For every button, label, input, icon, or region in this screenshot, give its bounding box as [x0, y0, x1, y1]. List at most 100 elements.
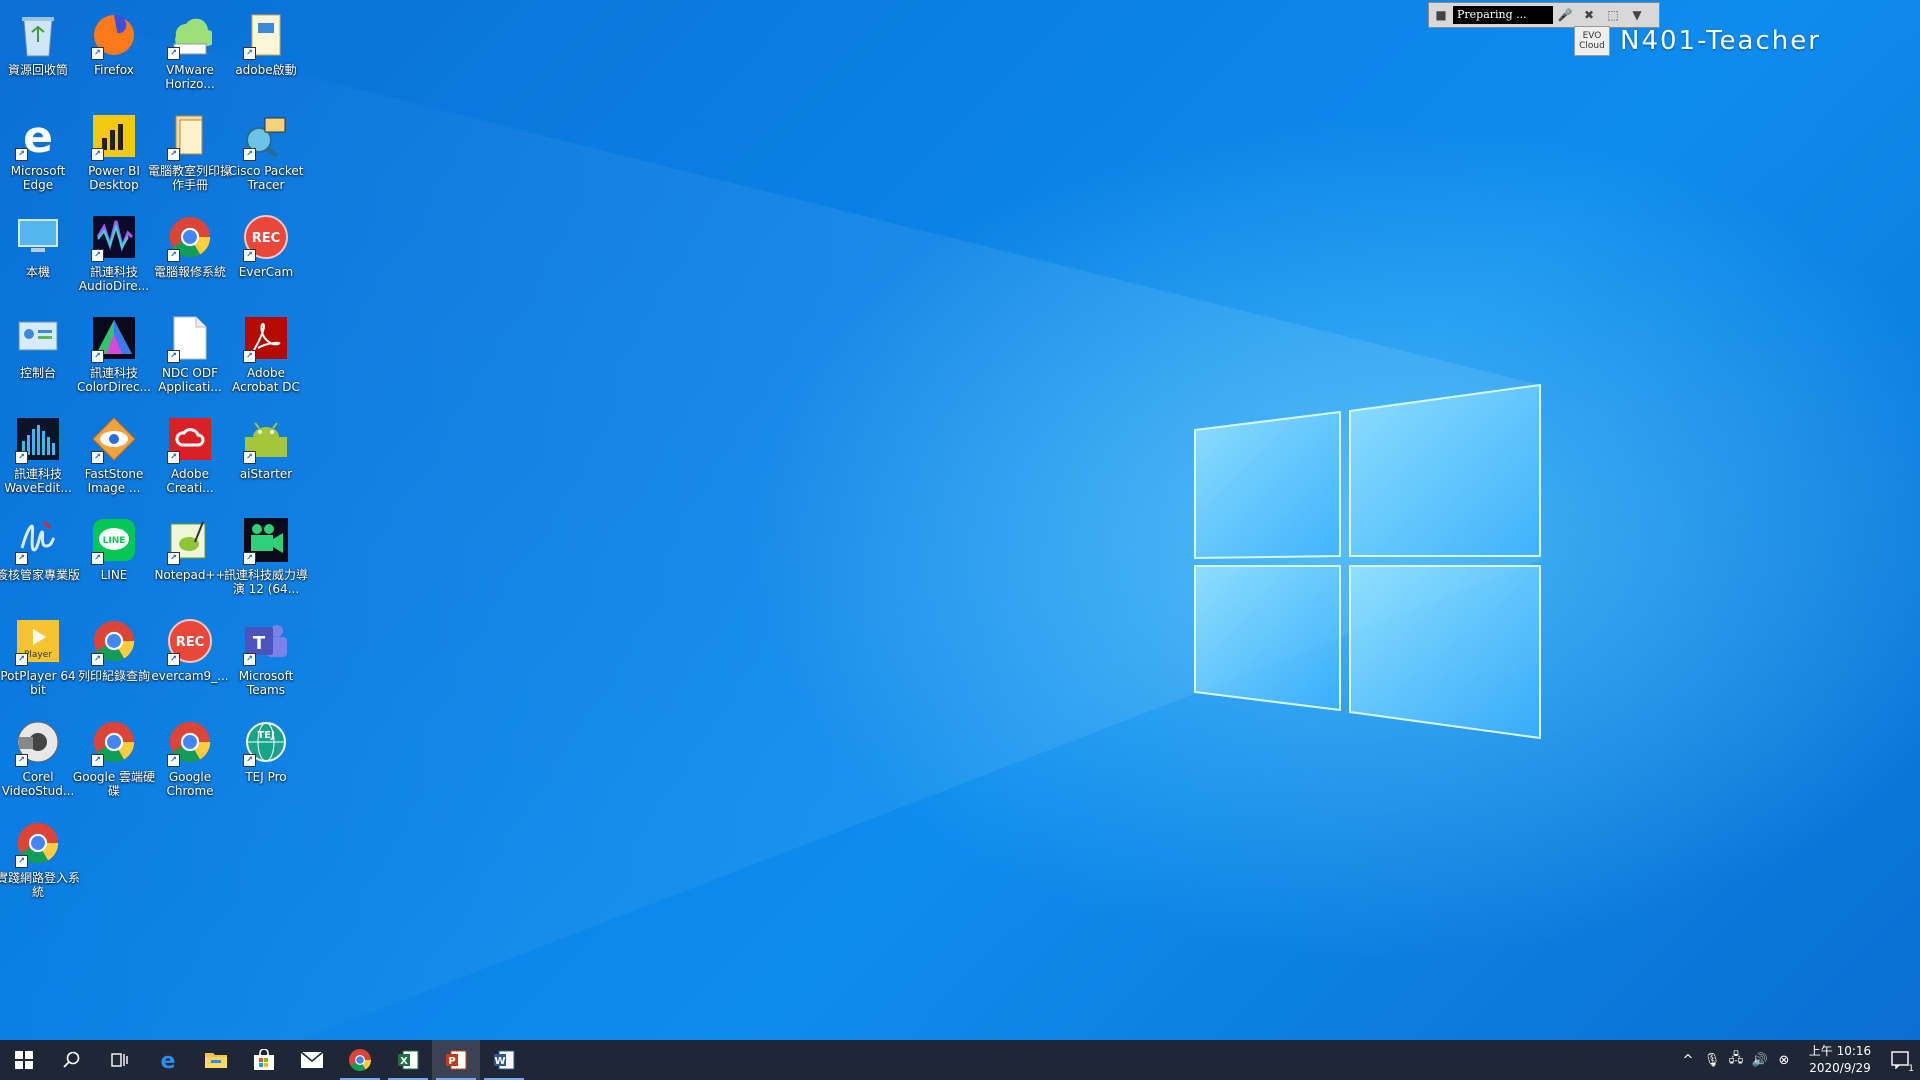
desktop-icon[interactable]: ↗ 訊連科技 ColorDirec...	[76, 307, 152, 407]
start-button[interactable]	[0, 1040, 48, 1080]
folder-icon: ↗	[241, 10, 291, 60]
volume-icon[interactable]: 🔊	[1748, 1040, 1772, 1080]
word-taskbar-button[interactable]: W	[480, 1040, 528, 1080]
shortcut-arrow-icon: ↗	[167, 47, 180, 60]
mail-icon	[300, 1051, 324, 1068]
desktop-icon[interactable]: Player ↗ PotPlayer 64 bit	[0, 610, 76, 710]
desktop-icon[interactable]: ↗ Cisco Packet Tracer	[228, 105, 304, 205]
blank-file-icon: ↗	[165, 313, 215, 363]
region-select-icon[interactable]: ⬚	[1604, 6, 1622, 24]
chevron-up-icon[interactable]: ^	[1676, 1040, 1700, 1080]
shortcut-arrow-icon: ↗	[243, 754, 256, 767]
desktop-icon[interactable]: ↗ 訊連科技威力導演 12 (64...	[224, 509, 308, 609]
desktop-icon[interactable]: ↗ VMware Horizo...	[152, 4, 228, 104]
shortcut-arrow-icon: ↗	[91, 451, 104, 464]
desktop-icon[interactable]: ↗ aiStarter	[228, 408, 304, 508]
shortcut-arrow-icon: ↗	[243, 148, 256, 161]
dropdown-arrow-icon[interactable]: ▼	[1628, 6, 1646, 24]
shortcut-arrow-icon: ↗	[167, 249, 180, 262]
task-view-button[interactable]	[96, 1040, 144, 1080]
search-button[interactable]	[48, 1040, 96, 1080]
cisco-packet-tracer-icon: ↗	[241, 111, 291, 161]
desktop-icon[interactable]: 控制台	[0, 307, 76, 407]
vmware-horizon-icon: ↗	[165, 10, 215, 60]
shortcut-arrow-icon: ↗	[91, 552, 104, 565]
desktop-icon[interactable]: ↗ Power BI Desktop	[76, 105, 152, 205]
desktop-icon[interactable]: ↗ FastStone Image ...	[76, 408, 152, 508]
shortcut-arrow-icon: ↗	[243, 249, 256, 262]
screen-recorder-toolbar[interactable]: ■ Preparing ... 🎤 ✖ ⬚ ▼	[1428, 2, 1660, 28]
chrome-icon: ↗	[13, 818, 63, 868]
svg-text:REC: REC	[252, 231, 280, 246]
desktop-icon[interactable]: LINE ↗ LINE	[76, 509, 152, 609]
mail-taskbar-button[interactable]	[288, 1040, 336, 1080]
desktop-icon-label: EverCam	[238, 265, 294, 279]
svg-text:P: P	[448, 1056, 455, 1067]
network-icon[interactable]: 🖧	[1724, 1040, 1748, 1080]
desktop-icon-label: TEJ Pro	[245, 770, 287, 784]
desktop-icon[interactable]: ↗ 實踐網路登入系統	[0, 812, 80, 912]
microphone-icon[interactable]: 🎤	[1556, 6, 1574, 24]
waveeditor-icon: ↗	[13, 414, 63, 464]
desktop-icon-label: Cisco Packet Tracer	[228, 164, 304, 192]
desktop-icon[interactable]: ↗ Adobe Acrobat DC	[228, 307, 304, 407]
desktop-icon[interactable]: ↗ Adobe Creati...	[152, 408, 228, 508]
file-explorer-taskbar-button[interactable]	[192, 1040, 240, 1080]
desktop-icon[interactable]: ↗ adobe啟動	[228, 4, 304, 104]
recorder-status: Preparing ...	[1453, 6, 1553, 24]
camera-off-icon[interactable]: ✖	[1580, 6, 1598, 24]
desktop-icon-label: Microsoft Edge	[10, 164, 66, 192]
desktop-icon[interactable]: REC ↗ evercam9_...	[151, 610, 229, 710]
desktop-icon[interactable]: ↗ 電腦教室列印操作手冊	[148, 105, 232, 205]
folder-icon	[205, 1053, 227, 1068]
stop-icon[interactable]: ■	[1432, 6, 1450, 24]
clock[interactable]: 上午 10:16 2020/9/29	[1800, 1043, 1880, 1077]
desktop-icon[interactable]: ↗ 列印紀錄查詢	[76, 610, 152, 710]
desktop-icon[interactable]: 本機	[0, 206, 76, 306]
desktop-icon[interactable]: ↗ Google Chrome	[152, 711, 228, 811]
edge-taskbar-button[interactable]: e	[144, 1040, 192, 1080]
desktop-icon-label: 資源回收筒	[7, 63, 68, 77]
desktop-icon[interactable]: ↗ Firefox	[76, 4, 152, 104]
action-center-button[interactable]: 1	[1880, 1040, 1920, 1080]
store-taskbar-button[interactable]	[240, 1040, 288, 1080]
desktop-icon[interactable]: ↗ 簽核管家專業版	[0, 509, 80, 609]
desktop-icon-label: 實踐網路登入系統	[0, 871, 81, 899]
teams-icon: T ↗	[241, 616, 291, 666]
store-bag-icon	[254, 1049, 274, 1070]
desktop-icon[interactable]: ↗ Google 雲端硬碟	[73, 711, 155, 811]
desktop-background: 資源回收筒 ↗ Firefox ↗ VMware Horizo... ↗ adobe啟動 e ↗…	[0, 0, 1920, 1040]
desktop-icon[interactable]: ↗ Corel VideoStud...	[0, 711, 76, 811]
powerpoint-taskbar-button[interactable]: P	[432, 1040, 480, 1080]
excel-taskbar-button[interactable]: X	[384, 1040, 432, 1080]
excel-icon: X	[398, 1050, 419, 1070]
desktop-icon[interactable]: T ↗ Microsoft Teams	[228, 610, 304, 710]
desktop-icon[interactable]: ↗ 訊連科技 AudioDire...	[76, 206, 152, 306]
desktop-icon[interactable]: REC ↗ EverCam	[228, 206, 304, 306]
search-icon	[63, 1051, 80, 1068]
desktop-icon[interactable]: ↗ 電腦報修系統	[152, 206, 228, 306]
desktop-icon[interactable]: ↗ 訊連科技 WaveEdit...	[0, 408, 76, 508]
shortcut-arrow-icon: ↗	[15, 451, 28, 464]
microphone-icon[interactable]: 🎙	[1700, 1040, 1724, 1080]
tej-globe-icon: TEJ ↗	[241, 717, 291, 767]
shortcut-arrow-icon: ↗	[243, 451, 256, 464]
system-tray: ^ 🎙 🖧 🔊 ⊗ 上午 10:16 2020/9/29 1	[1676, 1040, 1920, 1080]
desktop-icon-label: Power BI Desktop	[88, 164, 140, 192]
desktop-icon[interactable]: e ↗ Microsoft Edge	[0, 105, 76, 205]
notification-count: 1	[1908, 1064, 1914, 1074]
android-icon: ↗	[241, 414, 291, 464]
evercam-rec-icon: REC ↗	[165, 616, 215, 666]
desktop-icon-label: evercam9_...	[151, 669, 229, 683]
desktop-icon[interactable]: ↗ NDC ODF Applicati...	[152, 307, 228, 407]
edge-icon: e	[161, 1049, 176, 1072]
input-method-icon[interactable]: ⊗	[1772, 1040, 1796, 1080]
clock-date: 2020/9/29	[1809, 1061, 1871, 1075]
desktop-icon[interactable]: ↗ Notepad++	[152, 509, 228, 609]
desktop-icon[interactable]: 資源回收筒	[0, 4, 76, 104]
desktop-icon[interactable]: TEJ ↗ TEJ Pro	[228, 711, 304, 811]
word-icon: W	[494, 1050, 515, 1070]
shortcut-arrow-icon: ↗	[243, 47, 256, 60]
chrome-taskbar-button[interactable]	[336, 1040, 384, 1080]
desktop-icon-label: 簽核管家專業版	[0, 568, 81, 582]
